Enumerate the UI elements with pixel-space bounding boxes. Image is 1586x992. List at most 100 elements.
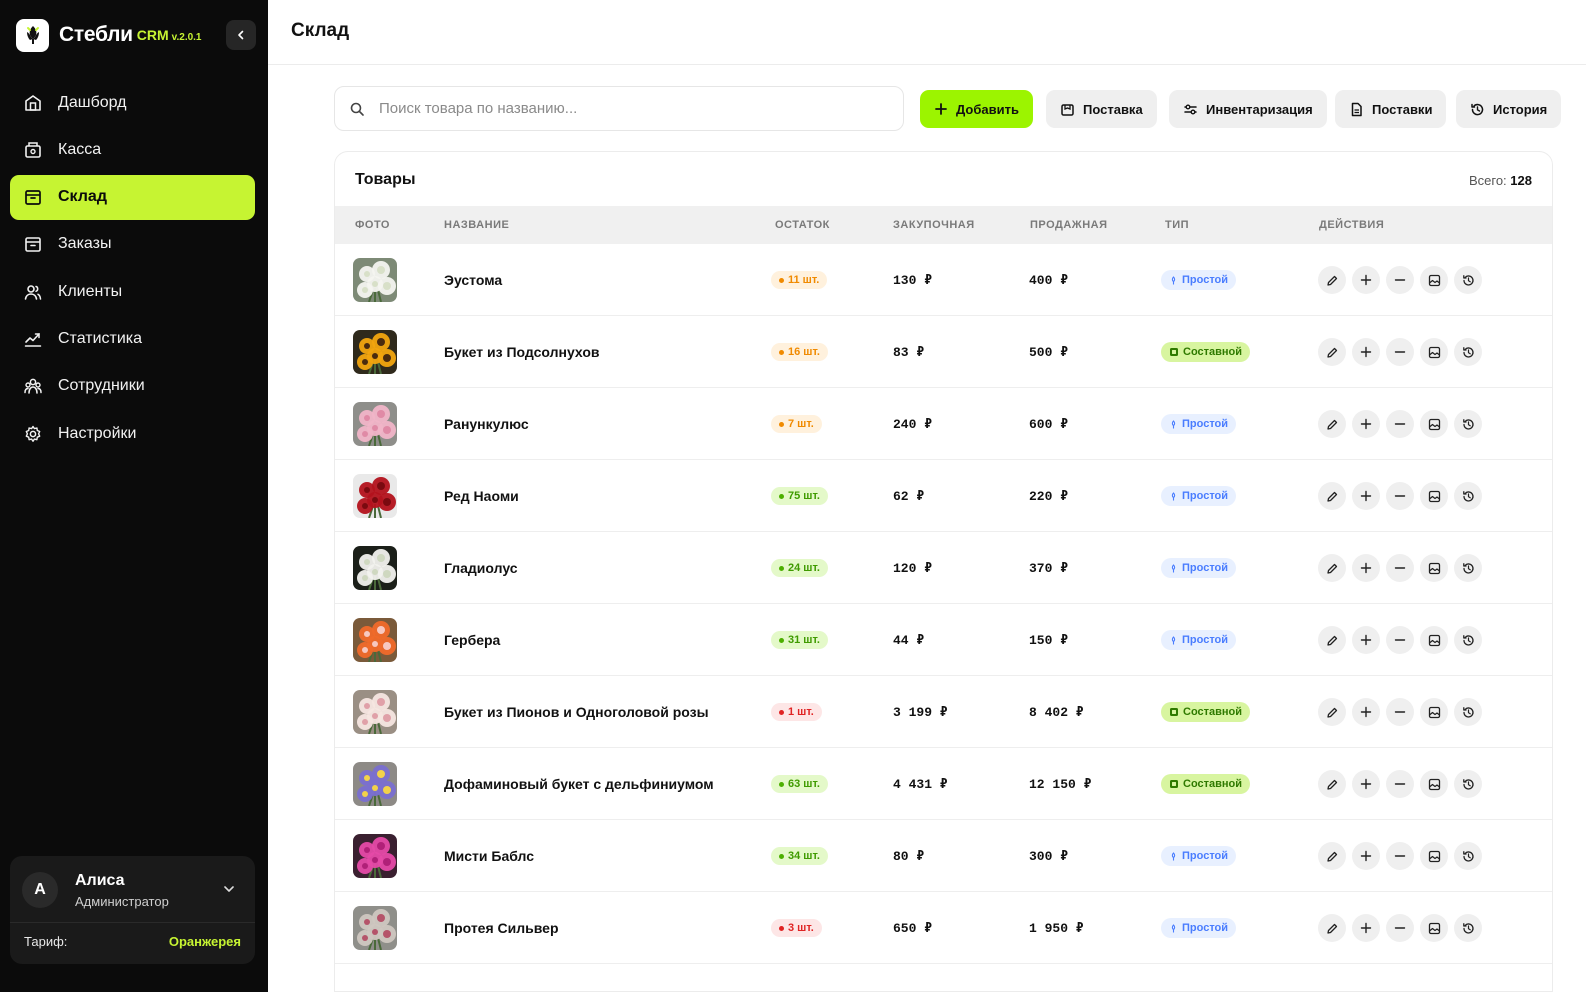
image-action-button[interactable] — [1420, 266, 1448, 294]
product-name[interactable]: Ранункулюс — [444, 416, 529, 432]
product-photo[interactable] — [353, 618, 397, 662]
brand[interactable]: Стебли CRM v.2.0.1 — [16, 18, 202, 52]
table-row[interactable]: Букет из Пионов и Одноголовой розы 1 шт. 3… — [335, 676, 1552, 748]
image-action-button[interactable] — [1420, 554, 1448, 582]
column-purchase[interactable]: ЗАКУПОЧНАЯ — [893, 219, 975, 231]
product-name[interactable]: Мисти Баблс — [444, 848, 534, 864]
product-photo[interactable] — [353, 834, 397, 878]
sidebar-item-4[interactable]: Клиенты — [10, 269, 255, 314]
column-stock[interactable]: ОСТАТОК — [775, 219, 830, 231]
sidebar-item-5[interactable]: Статистика — [10, 316, 255, 361]
minus-action-button[interactable] — [1386, 266, 1414, 294]
collapse-sidebar-button[interactable] — [226, 20, 256, 50]
product-name[interactable]: Гербера — [444, 632, 500, 648]
chevron-down-icon[interactable] — [222, 882, 236, 896]
history-action-button[interactable] — [1454, 626, 1482, 654]
product-name[interactable]: Протея Сильвер — [444, 920, 559, 936]
search-box[interactable] — [334, 86, 904, 131]
edit-action-button[interactable] — [1318, 914, 1346, 942]
user-card[interactable]: A Алиса Администратор Тариф: Оранжерея — [10, 856, 255, 964]
edit-action-button[interactable] — [1318, 770, 1346, 798]
sidebar-item-7[interactable]: Настройки — [10, 411, 255, 456]
product-name[interactable]: Эустома — [444, 272, 502, 288]
minus-action-button[interactable] — [1386, 698, 1414, 726]
table-row[interactable]: Дофаминовый букет с дельфиниумом 63 шт. 4 … — [335, 748, 1552, 820]
table-row[interactable]: Протея Сильвер 3 шт. 650 ₽ 1 950 ₽ Простой — [335, 892, 1552, 964]
history-action-button[interactable] — [1454, 842, 1482, 870]
product-photo[interactable] — [353, 906, 397, 950]
sidebar-item-6[interactable]: Сотрудники — [10, 364, 255, 409]
image-action-button[interactable] — [1420, 842, 1448, 870]
plus-action-button[interactable] — [1352, 770, 1380, 798]
table-row[interactable]: Эустома 11 шт. 130 ₽ 400 ₽ Простой — [335, 244, 1552, 316]
product-name[interactable]: Букет из Подсолнухов — [444, 344, 600, 360]
history-action-button[interactable] — [1454, 338, 1482, 366]
product-photo[interactable] — [353, 762, 397, 806]
edit-action-button[interactable] — [1318, 698, 1346, 726]
minus-action-button[interactable] — [1386, 338, 1414, 366]
minus-action-button[interactable] — [1386, 914, 1414, 942]
plus-action-button[interactable] — [1352, 914, 1380, 942]
edit-action-button[interactable] — [1318, 626, 1346, 654]
column-sale[interactable]: ПРОДАЖНАЯ — [1030, 219, 1108, 231]
table-row[interactable]: Ред Наоми 75 шт. 62 ₽ 220 ₽ Простой — [335, 460, 1552, 532]
image-action-button[interactable] — [1420, 482, 1448, 510]
product-name[interactable]: Гладиолус — [444, 560, 518, 576]
minus-action-button[interactable] — [1386, 410, 1414, 438]
image-action-button[interactable] — [1420, 914, 1448, 942]
search-input[interactable] — [379, 100, 859, 117]
product-photo[interactable] — [353, 258, 397, 302]
deliveries-button[interactable]: Поставки — [1335, 90, 1447, 128]
product-name[interactable]: Букет из Пионов и Одноголовой розы — [444, 704, 709, 720]
table-row[interactable]: Букет из Подсолнухов 16 шт. 83 ₽ 500 ₽ Соста… — [335, 316, 1552, 388]
column-name[interactable]: НАЗВАНИЕ — [444, 219, 509, 231]
table-row[interactable]: Гербера 31 шт. 44 ₽ 150 ₽ Простой — [335, 604, 1552, 676]
image-action-button[interactable] — [1420, 698, 1448, 726]
minus-action-button[interactable] — [1386, 770, 1414, 798]
history-action-button[interactable] — [1454, 482, 1482, 510]
plus-action-button[interactable] — [1352, 626, 1380, 654]
table-row[interactable]: Гладиолус 24 шт. 120 ₽ 370 ₽ Простой — [335, 532, 1552, 604]
plus-action-button[interactable] — [1352, 266, 1380, 294]
delivery-button[interactable]: Поставка — [1046, 90, 1157, 128]
history-action-button[interactable] — [1454, 770, 1482, 798]
product-photo[interactable] — [353, 690, 397, 734]
product-name[interactable]: Ред Наоми — [444, 488, 519, 504]
plus-action-button[interactable] — [1352, 842, 1380, 870]
plus-action-button[interactable] — [1352, 338, 1380, 366]
image-action-button[interactable] — [1420, 770, 1448, 798]
plus-action-button[interactable] — [1352, 698, 1380, 726]
minus-action-button[interactable] — [1386, 482, 1414, 510]
history-action-button[interactable] — [1454, 698, 1482, 726]
product-photo[interactable] — [353, 330, 397, 374]
history-button[interactable]: История — [1456, 90, 1562, 128]
inventory-button[interactable]: Инвентаризация — [1169, 90, 1327, 128]
image-action-button[interactable] — [1420, 338, 1448, 366]
history-action-button[interactable] — [1454, 266, 1482, 294]
edit-action-button[interactable] — [1318, 482, 1346, 510]
edit-action-button[interactable] — [1318, 554, 1346, 582]
sidebar-item-1[interactable]: Касса — [10, 127, 255, 172]
edit-action-button[interactable] — [1318, 842, 1346, 870]
plus-action-button[interactable] — [1352, 554, 1380, 582]
history-action-button[interactable] — [1454, 410, 1482, 438]
sidebar-item-3[interactable]: Заказы — [10, 222, 255, 267]
edit-action-button[interactable] — [1318, 338, 1346, 366]
minus-action-button[interactable] — [1386, 842, 1414, 870]
image-action-button[interactable] — [1420, 410, 1448, 438]
edit-action-button[interactable] — [1318, 410, 1346, 438]
product-photo[interactable] — [353, 546, 397, 590]
product-photo[interactable] — [353, 402, 397, 446]
sidebar-item-2[interactable]: Склад — [10, 174, 255, 220]
minus-action-button[interactable] — [1386, 626, 1414, 654]
history-action-button[interactable] — [1454, 914, 1482, 942]
column-type[interactable]: ТИП — [1165, 219, 1189, 231]
plus-action-button[interactable] — [1352, 482, 1380, 510]
plus-action-button[interactable] — [1352, 410, 1380, 438]
table-row[interactable]: Мисти Баблс 34 шт. 80 ₽ 300 ₽ Простой — [335, 820, 1552, 892]
minus-action-button[interactable] — [1386, 554, 1414, 582]
sidebar-item-0[interactable]: Дашборд — [10, 80, 255, 125]
add-button[interactable]: Добавить — [920, 90, 1033, 128]
product-photo[interactable] — [353, 474, 397, 518]
table-row[interactable]: Ранункулюс 7 шт. 240 ₽ 600 ₽ Простой — [335, 388, 1552, 460]
